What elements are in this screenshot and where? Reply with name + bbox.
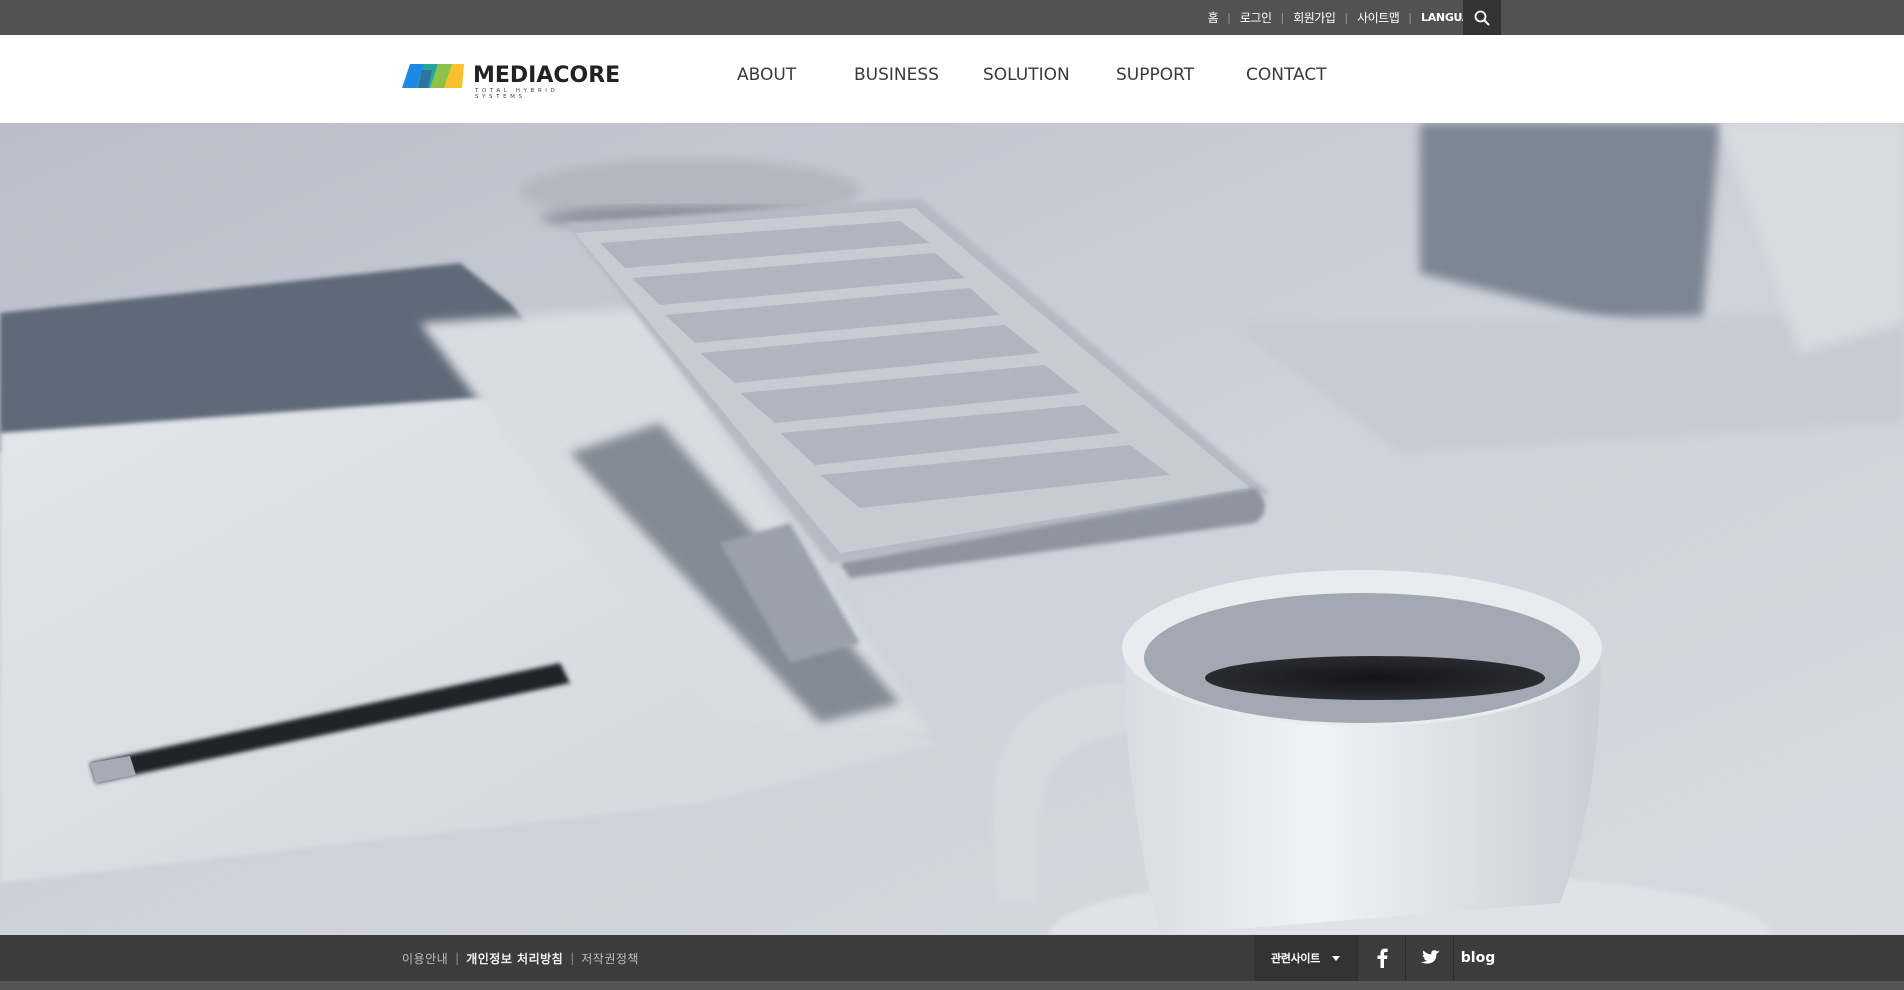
site-header: MEDIACORE TOTAL HYBRID SYSTEMS ABOUT BUS… xyxy=(0,35,1904,123)
blog-button[interactable]: blog xyxy=(1453,935,1502,981)
separator: | xyxy=(1408,11,1412,24)
facebook-button[interactable] xyxy=(1357,935,1406,981)
twitter-button[interactable] xyxy=(1405,935,1454,981)
footer-links: 이용안내 | 개인정보 처리방침 | 저작권정책 xyxy=(402,935,639,981)
nav-solution[interactable]: SOLUTION xyxy=(983,65,1070,85)
nav-business[interactable]: BUSINESS xyxy=(854,65,939,85)
footer-privacy-link[interactable]: 개인정보 처리방침 xyxy=(466,950,563,967)
blog-label: blog xyxy=(1460,950,1496,966)
signup-link[interactable]: 회원가입 xyxy=(1293,9,1336,26)
site-footer: 이용안내 | 개인정보 처리방침 | 저작권정책 관련사이트 blog xyxy=(0,935,1904,981)
separator: | xyxy=(455,951,460,965)
twitter-icon xyxy=(1420,950,1440,964)
related-sites-label: 관련사이트 xyxy=(1270,952,1321,965)
logo-mark-icon xyxy=(402,64,464,88)
login-link[interactable]: 로그인 xyxy=(1240,9,1272,26)
separator: | xyxy=(1344,11,1349,24)
separator: | xyxy=(570,951,575,965)
site-logo[interactable]: MEDIACORE TOTAL HYBRID SYSTEMS xyxy=(402,63,620,100)
footer-copyright-link[interactable]: 저작권정책 xyxy=(581,950,639,967)
utility-links: 홈 | 로그인 | 회원가입 | 사이트맵 | LANGUAGE xyxy=(1208,0,1501,35)
nav-about[interactable]: ABOUT xyxy=(737,65,796,85)
utility-bar: 홈 | 로그인 | 회원가입 | 사이트맵 | LANGUAGE xyxy=(0,0,1904,35)
sitemap-link[interactable]: 사이트맵 xyxy=(1357,9,1400,26)
search-icon xyxy=(1474,10,1490,25)
related-sites-dropdown[interactable]: 관련사이트 xyxy=(1254,935,1357,981)
hero-banner xyxy=(0,123,1904,935)
footer-bottom-strip xyxy=(0,981,1904,990)
nav-support[interactable]: SUPPORT xyxy=(1116,65,1194,85)
logo-wordmark: MEDIACORE xyxy=(473,63,621,88)
chevron-down-icon xyxy=(1332,955,1341,961)
separator: | xyxy=(1280,11,1285,24)
facebook-icon xyxy=(1377,948,1388,968)
home-link[interactable]: 홈 xyxy=(1208,9,1219,26)
footer-terms-link[interactable]: 이용안내 xyxy=(402,950,448,967)
logo-tagline: TOTAL HYBRID SYSTEMS xyxy=(475,88,559,100)
nav-contact[interactable]: CONTACT xyxy=(1246,65,1327,85)
separator: | xyxy=(1227,11,1231,24)
search-button[interactable] xyxy=(1463,0,1501,35)
hero-desk-image xyxy=(0,123,1904,935)
